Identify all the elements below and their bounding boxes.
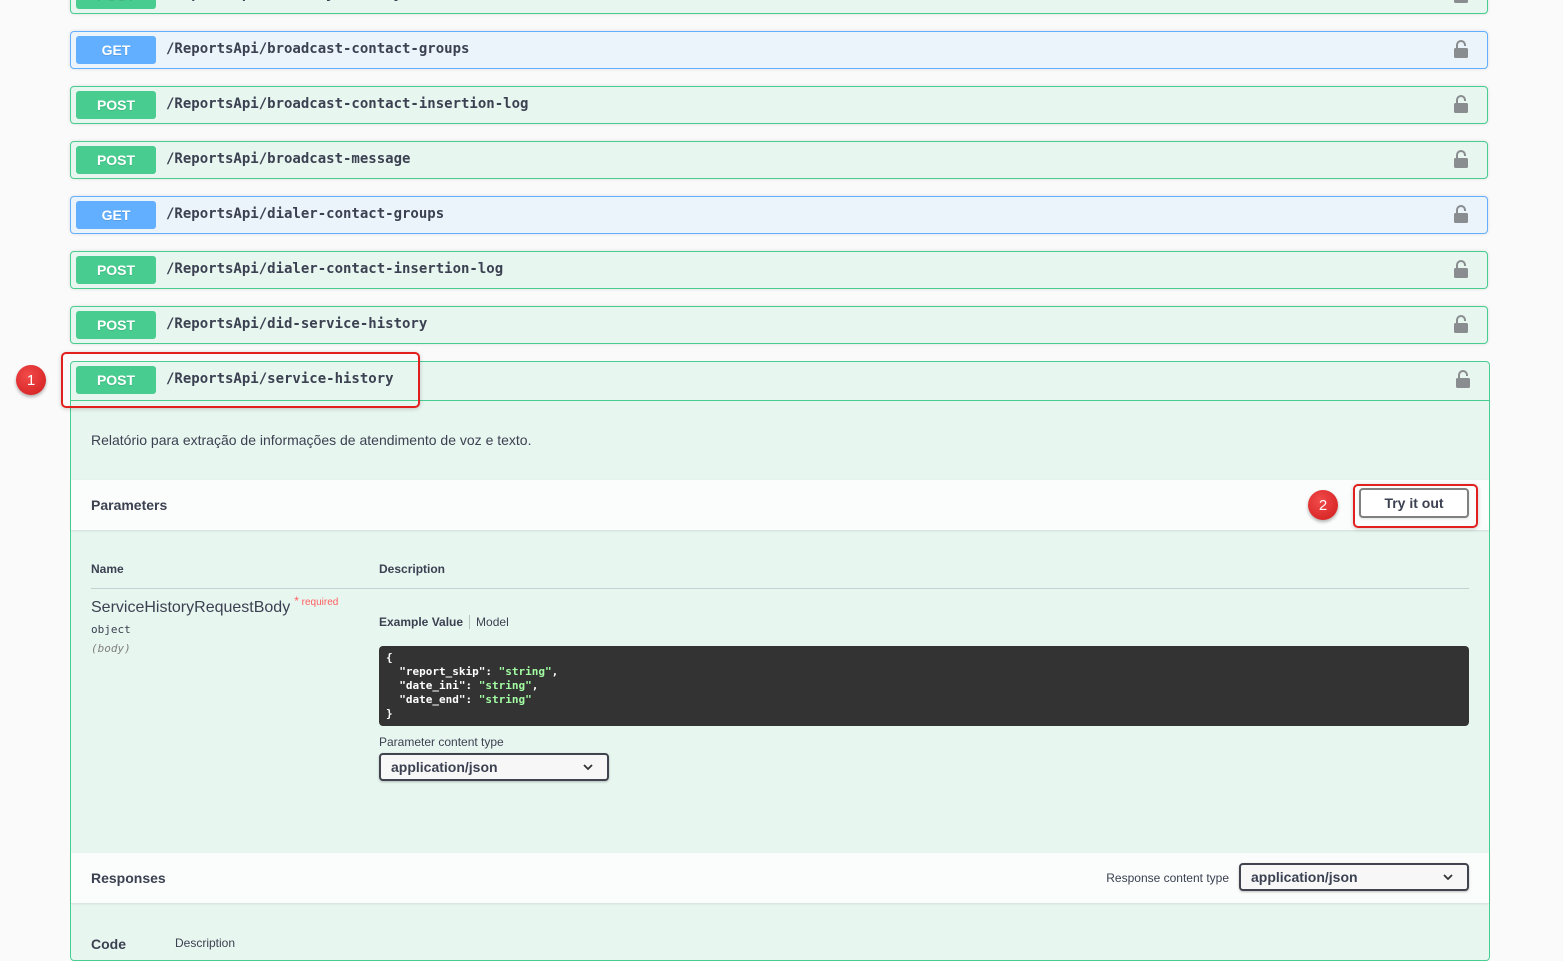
method-badge: POST — [76, 91, 156, 119]
parameter-content-type-label: Parameter content type — [379, 735, 504, 749]
code-brace-open: { — [386, 651, 393, 664]
expanded-endpoint: POST /ReportsApi/service-history Relatór… — [70, 361, 1490, 961]
endpoint-path: /ReportsApi/dialer-contact-insertion-log — [166, 261, 504, 277]
code-brace-close: } — [386, 707, 393, 720]
annotation-badge-1: 1 — [16, 365, 46, 395]
annotation-highlight-endpoint — [61, 352, 420, 408]
method-badge: POST — [76, 256, 156, 284]
required-label: required — [301, 597, 339, 608]
code-value: "string" — [498, 665, 552, 678]
endpoint-row[interactable]: GET /ReportsApi/dialer-contact-groups — [70, 196, 1488, 234]
column-header-description: Description — [175, 936, 236, 950]
example-model-tabs: Example Value Model — [379, 615, 509, 629]
selected-value: application/json — [391, 759, 498, 775]
code-comma: , — [551, 665, 559, 678]
column-header-description: Description — [379, 562, 446, 576]
response-content-type-select[interactable]: application/json — [1239, 863, 1469, 891]
responses-header: Responses Response content type applicat… — [71, 853, 1489, 903]
endpoint-path: /ReportsApi/did-service-history — [166, 316, 428, 332]
endpoint-path: /ReportsApi/dialer-contact-groups — [166, 206, 445, 222]
endpoint-path: /ReportsApi/broadcast-contact-groups — [166, 41, 470, 57]
parameter-content-type-select[interactable]: application/json — [379, 753, 609, 781]
tab-model[interactable]: Model — [476, 615, 509, 629]
response-content-type-label: Response content type — [1106, 871, 1229, 885]
code-comma: , — [531, 679, 539, 692]
example-value-code: { "report_skip": "string", "date_ini": "… — [379, 646, 1469, 726]
endpoint-path: /ReportsApi/broadcast-contact-insertion-… — [166, 96, 529, 112]
endpoint-path: /ReportsApi/broadcast-message — [166, 151, 411, 167]
endpoint-row[interactable]: GET /ReportsApi/broadcast-contact-groups — [70, 31, 1488, 69]
code-value: "string" — [478, 679, 532, 692]
endpoint-path: /ReportsApi/activity-history — [166, 0, 402, 2]
tab-separator — [469, 615, 471, 629]
responses-title: Responses — [91, 870, 166, 886]
required-marker: * required — [294, 594, 339, 608]
parameters-header: Parameters Try it out — [71, 480, 1489, 530]
endpoint-description: Relatório para extração de informações d… — [91, 432, 532, 448]
code-key: "date_end" — [399, 693, 466, 706]
unlock-icon[interactable] — [1453, 259, 1469, 279]
chevron-down-icon — [1443, 874, 1453, 881]
annotation-highlight-try-it-out — [1353, 484, 1478, 528]
required-star: * — [294, 594, 299, 608]
parameter-type: object — [91, 623, 131, 636]
column-header-name: Name — [91, 562, 124, 576]
parameters-title: Parameters — [91, 497, 168, 513]
method-badge: POST — [76, 146, 156, 174]
unlock-icon[interactable] — [1453, 0, 1469, 4]
annotation-badge-2: 2 — [1308, 490, 1338, 520]
tab-example-value[interactable]: Example Value — [379, 615, 463, 629]
code-key: "date_ini" — [399, 679, 466, 692]
parameter-location: (body) — [91, 642, 131, 655]
endpoint-row[interactable]: POST /ReportsApi/did-service-history — [70, 306, 1488, 344]
method-badge: GET — [76, 201, 156, 229]
parameter-name: ServiceHistoryRequestBody * required — [91, 594, 339, 617]
endpoint-row[interactable]: POST /ReportsApi/broadcast-contact-inser… — [70, 86, 1488, 124]
selected-value: application/json — [1251, 869, 1358, 885]
endpoint-row[interactable]: POST /ReportsApi/dialer-contact-insertio… — [70, 251, 1488, 289]
column-header-code: Code — [91, 936, 126, 952]
endpoint-row[interactable]: POST /ReportsApi/activity-history — [70, 0, 1488, 14]
divider — [91, 588, 1469, 589]
parameter-name-text: ServiceHistoryRequestBody — [91, 599, 291, 616]
code-key: "report_skip" — [399, 665, 486, 678]
unlock-icon[interactable] — [1455, 369, 1471, 389]
unlock-icon[interactable] — [1453, 94, 1469, 114]
unlock-icon[interactable] — [1453, 39, 1469, 59]
endpoint-row[interactable]: POST /ReportsApi/broadcast-message — [70, 141, 1488, 179]
method-badge: POST — [76, 0, 156, 9]
code-value: "string" — [478, 693, 532, 706]
unlock-icon[interactable] — [1453, 314, 1469, 334]
method-badge: POST — [76, 311, 156, 339]
method-badge: GET — [76, 36, 156, 64]
unlock-icon[interactable] — [1453, 149, 1469, 169]
unlock-icon[interactable] — [1453, 204, 1469, 224]
chevron-down-icon — [583, 764, 593, 771]
